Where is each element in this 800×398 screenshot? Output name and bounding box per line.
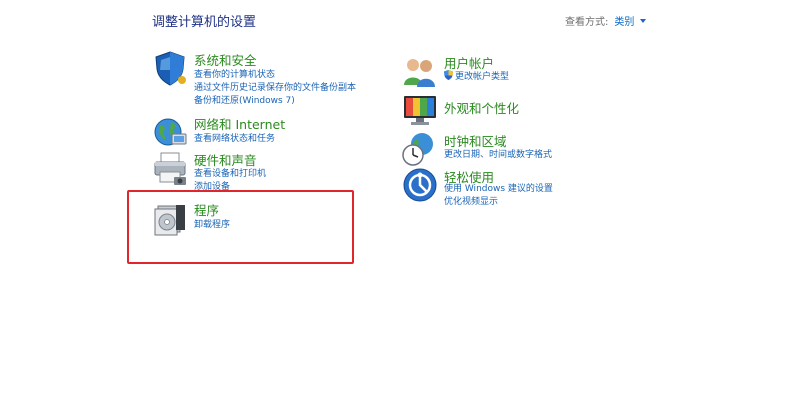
view-by-label: 查看方式: [565,17,609,28]
page-title: 调整计算机的设置 [152,15,257,30]
link-recommended-settings[interactable]: 使用 Windows 建议的设置 [444,181,553,194]
accessibility-icon [403,168,437,202]
clock-globe-icon [402,133,433,166]
link-date-time-format[interactable]: 更改日期、时间或数字格式 [444,147,552,160]
view-by-dropdown[interactable]: 类别 [614,17,647,28]
link-file-history[interactable]: 通过文件历史记录保存你的文件备份副本 [194,80,356,93]
link-backup-restore[interactable]: 备份和还原(Windows 7) [194,93,295,106]
network-globe-icon [154,118,187,146]
link-change-account-type[interactable]: 更改帐户类型 [444,69,509,82]
highlight-box [127,190,354,264]
shield-icon [155,51,186,86]
link-network-status[interactable]: 查看网络状态和任务 [194,131,275,144]
category-ease-of-access: 轻松使用 使用 Windows 建议的设置 优化视频显示 [402,167,642,209]
category-clock-region: 时钟和区域 更改日期、时间或数字格式 [402,131,642,166]
category-network: 网络和 Internet 查看网络状态和任务 [152,114,372,148]
printer-icon [154,152,186,185]
category-hardware-sound: 硬件和声音 查看设备和打印机 添加设备 [152,150,372,192]
user-accounts-icon [404,59,435,87]
chevron-down-icon[interactable] [640,19,647,23]
category-user-accounts: 用户帐户 更改帐户类型 [402,53,642,87]
link-label[interactable]: 更改帐户类型 [455,72,509,82]
category-title[interactable]: 外观和个性化 [444,98,519,117]
link-devices-printers[interactable]: 查看设备和打印机 [194,166,266,179]
category-system-security: 系统和安全 查看你的计算机状态 通过文件历史记录保存你的文件备份副本 备份和还原… [152,50,372,110]
link-view-status[interactable]: 查看你的计算机状态 [194,67,275,80]
view-by: 查看方式: 类别 [565,13,647,28]
uac-shield-icon [444,70,453,80]
link-optimize-display[interactable]: 优化视频显示 [444,194,498,207]
appearance-monitor-icon [404,96,436,125]
view-by-value[interactable]: 类别 [614,17,634,28]
category-appearance: 外观和个性化 [402,92,642,126]
